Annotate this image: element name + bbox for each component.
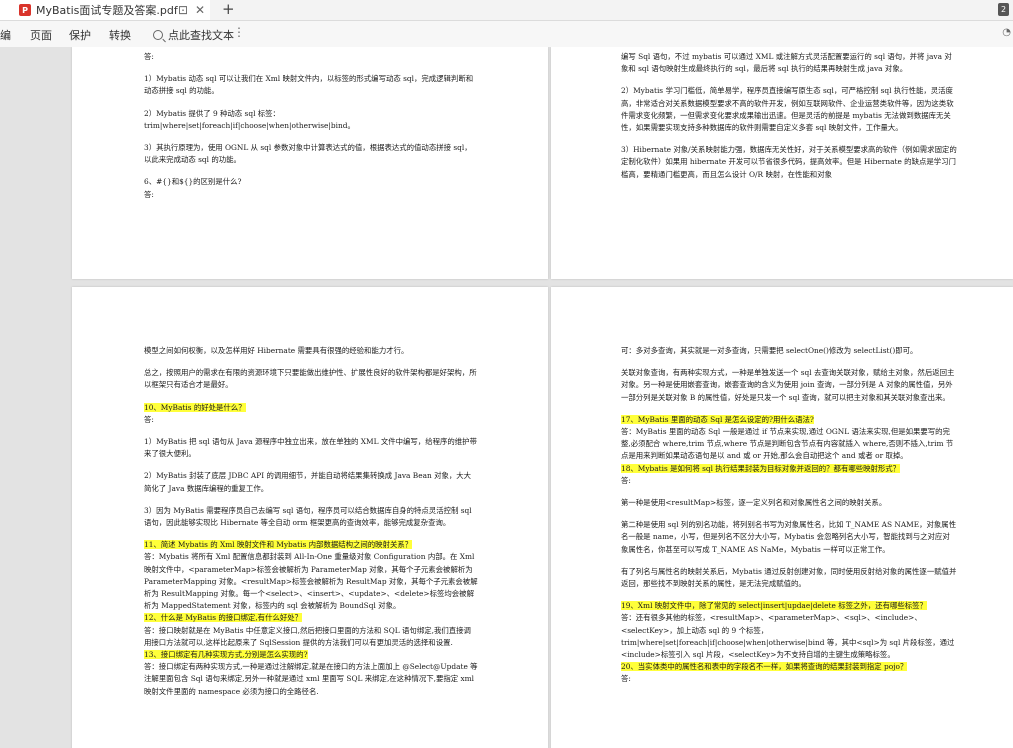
- search-icon: [153, 30, 163, 40]
- new-tab-button[interactable]: +: [222, 0, 235, 18]
- protect-menu[interactable]: 保护: [69, 27, 91, 43]
- question-heading: 18、Mybatis 是如何将 sql 执行结果封装为目标对象并返回的？都有哪些…: [621, 463, 901, 473]
- paragraph: 第一种是使用<resultMap>标签，逐一定义列名和对象属性名之间的映射关系。: [621, 498, 887, 508]
- question-heading: 17、MyBatis 里面的动态 Sql 是怎么设定的?用什么语法?: [621, 414, 814, 424]
- question-heading: 10、MyBatis 的好处是什么？: [144, 402, 246, 412]
- convert-menu[interactable]: 转换: [109, 27, 131, 43]
- answer-label: 答:: [144, 414, 154, 424]
- question-heading: 13、接口绑定有几种实现方式,分别是怎么实现的?: [144, 650, 308, 660]
- answer-paragraph: 答：MyBatis 里面的动态 Sql 一般是通过 if 节点来实现,通过 OG…: [621, 427, 954, 461]
- paragraph: 总之，按照用户的需求在有限的资源环境下只要能做出维护性、扩展性良好的软件架构都是…: [144, 368, 477, 390]
- paragraph: 2）MyBatis 封装了底层 JDBC API 的调用细节，并能自动将结果集转…: [144, 471, 472, 493]
- pdf-page-4: 可：多对多查询，其实就是一对多查询，只需要把 selectOne()修改为 se…: [551, 287, 1013, 748]
- answer-label: 答:: [621, 674, 631, 684]
- paragraph: 可：多对多查询，其实就是一对多查询，只需要把 selectOne()修改为 se…: [621, 346, 918, 355]
- question-heading: 6、#{}和${}的区别是什么?: [144, 177, 242, 187]
- window-count-badge[interactable]: 2: [998, 3, 1009, 16]
- paragraph: 模型之间如何权衡，以及怎样用好 Hibernate 需要具有很强的经验和能力才行…: [144, 346, 409, 355]
- paragraph: 2）Mybatis 提供了 9 种动态 sql 标签：: [144, 108, 280, 118]
- paragraph: 1）Mybatis 动态 sql 可以让我们在 Xml 映射文件内，以标签的形式…: [144, 74, 474, 96]
- more-options-icon[interactable]: ⋮: [233, 25, 245, 39]
- pdf-page-3: 模型之间如何权衡，以及怎样用好 Hibernate 需要具有很强的经验和能力才行…: [72, 287, 548, 748]
- search-placeholder: 点此查找文本: [168, 29, 234, 42]
- search-box[interactable]: 点此查找文本: [153, 27, 234, 43]
- question-heading: 12、什么是 MyBatis 的接口绑定,有什么好处？: [144, 613, 303, 623]
- answer-paragraph: 答：还有很多其他的标签，<resultMap>、<parameterMap>、<…: [621, 613, 955, 660]
- paragraph: trim|where|set|foreach|if|choose|when|ot…: [144, 120, 355, 130]
- answer-label: 答:: [144, 189, 154, 199]
- pin-tab-icon[interactable]: ⊡: [178, 2, 188, 18]
- paragraph: 1）MyBatis 把 sql 语句从 Java 源程序中独立出来，放在单独的 …: [144, 437, 477, 459]
- pdf-icon: P: [19, 4, 31, 16]
- collapse-icon[interactable]: ◔: [1002, 27, 1011, 38]
- document-viewer[interactable]: 答: 1）Mybatis 动态 sql 可以让我们在 Xml 映射文件内，以标签…: [0, 47, 1013, 748]
- paragraph: 第二种是使用 sql 列的别名功能，将列别名书写为对象属性名，比如 T_NAME…: [621, 520, 957, 554]
- page-menu[interactable]: 页面: [30, 27, 52, 43]
- answer-label: 答:: [621, 475, 631, 485]
- tab-title: MyBatis面试专题及答案.pdf: [36, 4, 178, 17]
- tab-bar: P MyBatis面试专题及答案.pdf ⊡ ✕ + 2: [0, 0, 1013, 21]
- page-4-text: 可：多对多查询，其实就是一对多查询，只需要把 selectOne()修改为 se…: [621, 345, 957, 686]
- paragraph: 3）Hibernate 对象/关系映射能力强，数据库无关性好，对于关系模型要求高…: [621, 145, 957, 179]
- page-2-text: 编写 Sql 语句，不过 mybatis 可以通过 XML 或注解方式灵活配置要…: [621, 51, 957, 191]
- paragraph: 编写 Sql 语句，不过 mybatis 可以通过 XML 或注解方式灵活配置要…: [621, 52, 952, 74]
- pdf-page-1: 答: 1）Mybatis 动态 sql 可以让我们在 Xml 映射文件内，以标签…: [72, 47, 548, 279]
- page-1-text: 答: 1）Mybatis 动态 sql 可以让我们在 Xml 映射文件内，以标签…: [144, 51, 478, 211]
- paragraph: 3）因为 MyBatis 需要程序员自己去编写 sql 语句，程序员可以结合数据…: [144, 505, 472, 528]
- page-3-text: 模型之间如何权衡，以及怎样用好 Hibernate 需要具有很强的经验和能力才行…: [144, 345, 478, 698]
- edit-menu[interactable]: 编: [0, 27, 11, 43]
- close-tab-icon[interactable]: ✕: [195, 2, 205, 18]
- answer-paragraph: 答：Mybatis 将所有 Xml 配置信息都封装到 All-In-One 重量…: [144, 552, 478, 611]
- paragraph: 有了列名与属性名的映射关系后，Mybatis 通过反射创建对象，同时使用反射给对…: [621, 566, 957, 589]
- question-heading: 20、当实体类中的属性名和表中的字段名不一样，如果将查询的结果封装到指定 poj…: [621, 662, 908, 672]
- answer-label: 答:: [144, 52, 154, 61]
- toolbar: 编 页面 保护 转换 点此查找文本 ⋮ ◔: [0, 21, 1013, 48]
- question-heading: 19、Xml 映射文件中，除了常见的 select|insert|updae|d…: [621, 601, 927, 611]
- answer-paragraph: 答：接口绑定有两种实现方式,一种是通过注解绑定,就是在接口的方法上面加上 @Se…: [144, 662, 478, 696]
- question-heading: 11、简述 Mybatis 的 Xml 映射文件和 Mybatis 内部数据结构…: [144, 540, 413, 550]
- paragraph: 关联对象查询，有两种实现方式，一种是单独发送一个 sql 去查询关联对象，赋给主…: [621, 368, 955, 402]
- pdf-page-2: 编写 Sql 语句，不过 mybatis 可以通过 XML 或注解方式灵活配置要…: [551, 47, 1013, 279]
- paragraph: 3）其执行原理为，使用 OGNL 从 sql 参数对象中计算表达式的值，根据表达…: [144, 143, 472, 165]
- answer-paragraph: 答：接口映射就是在 MyBatis 中任意定义接口,然后把接口里面的方法和 SQ…: [144, 625, 471, 647]
- paragraph: 2）Mybatis 学习门槛低，简单易学，程序员直接编写原生态 sql，可严格控…: [621, 86, 954, 133]
